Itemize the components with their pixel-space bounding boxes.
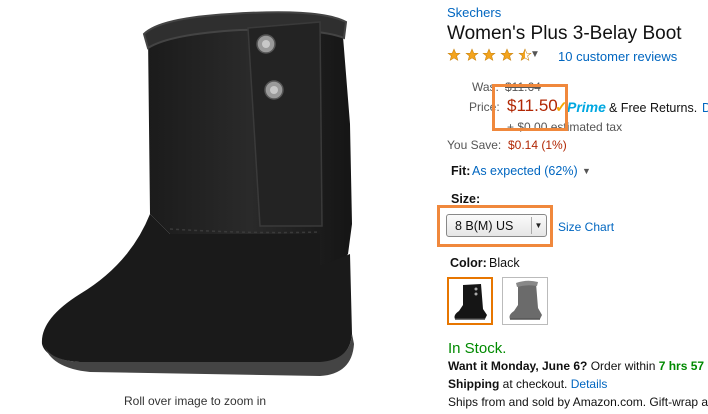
product-title: Women's Plus 3-Belay Boot: [447, 23, 682, 44]
star-full-icon: [500, 48, 514, 62]
you-save-value: $0.14 (1%): [508, 138, 567, 152]
order-within-label: Order within: [590, 359, 656, 373]
shipping-details-link[interactable]: Details: [571, 377, 608, 391]
shipping-bold: Shipping: [448, 377, 500, 391]
you-save-label: You Save:: [447, 138, 502, 152]
free-returns-text: & Free Returns.: [609, 101, 698, 115]
ships-from-text: Ships from and sold by Amazon.com. Gift-…: [448, 395, 708, 409]
countdown-timer: 7 hrs 57: [658, 359, 705, 373]
shipping-info: Shipping at checkout. Details: [448, 377, 607, 391]
color-swatch-gray[interactable]: [502, 277, 548, 325]
star-full-icon: [447, 48, 461, 62]
star-full-icon: [464, 48, 479, 62]
want-it-date: Want it Monday, June 6?: [448, 359, 588, 373]
price-highlight-box: [492, 84, 568, 131]
stock-status: In Stock.: [448, 340, 507, 357]
color-label: Color:: [450, 256, 487, 270]
delivery-estimate: Want it Monday, June 6? Order within 7 h…: [448, 359, 704, 373]
star-full-icon: [482, 48, 496, 62]
dropdown-arrow-icon[interactable]: ▼: [531, 217, 545, 234]
brand-link[interactable]: Skechers: [447, 5, 501, 20]
color-swatch-black[interactable]: [447, 277, 493, 325]
shipping-rest: at checkout.: [502, 377, 568, 391]
size-label: Size:: [451, 192, 481, 206]
color-value: Black: [489, 256, 520, 270]
product-image[interactable]: [20, 4, 400, 389]
customer-reviews-link[interactable]: 10 customer reviews: [558, 49, 677, 64]
fit-value-link[interactable]: As expected (62%): [472, 164, 578, 178]
size-selected-value[interactable]: 8 B(M) US: [455, 219, 513, 233]
chevron-down-icon[interactable]: ▼: [530, 49, 540, 60]
fit-label: Fit:: [451, 164, 471, 178]
star-rating[interactable]: [447, 48, 532, 64]
prime-logo[interactable]: Prime: [567, 99, 606, 115]
size-chart-link[interactable]: Size Chart: [558, 220, 614, 234]
details-link[interactable]: D: [702, 101, 708, 115]
zoom-hint: Roll over image to zoom in: [124, 394, 267, 408]
chevron-down-icon[interactable]: ▼: [582, 166, 591, 176]
